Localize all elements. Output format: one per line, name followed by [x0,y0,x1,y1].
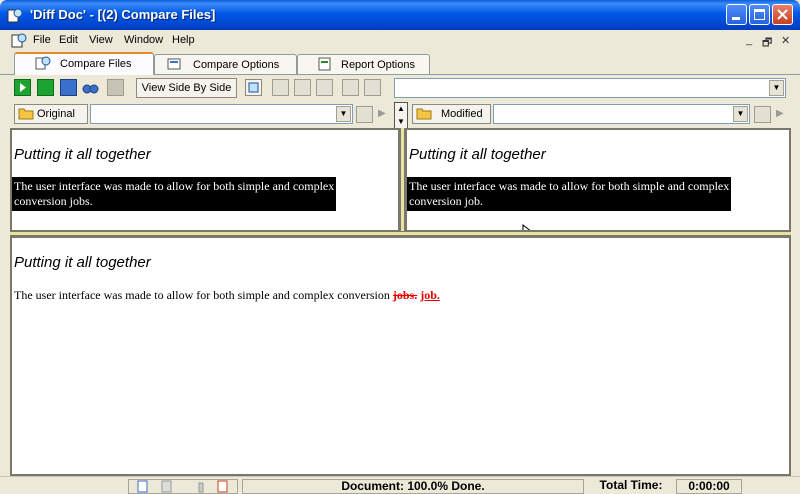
blank-icon [161,480,172,493]
view-side-by-side-button[interactable]: View Side By Side [136,78,237,98]
compare-files-icon [35,56,51,70]
sync-icon [248,82,259,93]
binoculars-icon [82,84,99,94]
tab-label: Compare Options [193,59,280,71]
modified-path-combo[interactable]: ▼ [493,104,750,124]
close-icon [777,9,788,20]
menu-help[interactable]: Help [172,34,195,46]
tab-compare-files[interactable]: Compare Files [14,52,154,75]
folder-icon [416,108,432,120]
total-time-label: Total Time: [599,478,663,492]
close-button[interactable] [772,4,793,25]
original-highlighted-text: The user interface was made to allow for… [12,177,337,211]
merged-pane[interactable]: Putting it all together The user interfa… [10,236,791,476]
modified-file-button[interactable]: Modified [412,104,491,124]
goto-difference-button[interactable] [364,79,381,96]
deleted-text: jobs. [392,288,418,302]
modified-open-button[interactable] [754,106,771,123]
toolbar-combo[interactable]: ▼ [394,78,786,98]
menu-bar: File Edit View Window Help _ 🗗 ✕ [0,31,800,50]
original-file-button[interactable]: Original [14,104,88,124]
merged-text: The user interface was made to allow for… [14,288,440,303]
grid-button[interactable] [107,79,124,96]
original-path-combo[interactable]: ▼ [90,104,353,124]
pdf-icon [217,480,228,493]
folder-icon [18,108,34,120]
toolbar: View Side By Side ▼ [0,76,800,100]
original-line-2: conversion jobs. [14,194,93,208]
modified-highlighted-text: The user interface was made to allow for… [407,177,732,211]
chevron-down-icon[interactable]: ▼ [769,80,784,96]
next-difference-button[interactable] [316,79,333,96]
tab-strip: Compare Files Compare Options Report Opt… [0,52,800,75]
window-button[interactable] [60,79,77,96]
last-difference-button[interactable] [342,79,359,96]
original-line-1: The user interface was made to allow for… [14,179,335,193]
document-icon [11,33,27,48]
merged-heading: Putting it all together [14,254,151,271]
mdi-minimize-button[interactable]: _ [746,34,752,46]
merged-line: The user interface was made to allow for… [14,288,390,302]
menu-view[interactable]: View [89,34,113,46]
original-label: Original [37,108,75,120]
total-time-value: 0:00:00 [676,479,742,494]
binoculars-button[interactable] [82,79,99,96]
minimize-button[interactable] [726,4,747,25]
mdi-restore-button[interactable]: 🗗 [762,34,772,53]
menu-file[interactable]: File [33,34,51,46]
modified-heading: Putting it all together [409,146,546,163]
play-icon [20,83,26,92]
app-icon [7,8,23,23]
modified-line-1: The user interface was made to allow for… [409,179,730,193]
modified-pane[interactable]: Putting it all together The user interfa… [405,128,791,232]
document-status: Document: 100.0% Done. [242,479,584,494]
title-bar: 'Diff Doc' - [(2) Compare Files] [0,0,800,30]
previous-difference-button[interactable] [294,79,311,96]
modified-label: Modified [441,108,483,120]
original-heading: Putting it all together [14,146,151,163]
first-difference-button[interactable] [272,79,289,96]
original-open-button[interactable] [356,106,373,123]
menu-edit[interactable]: Edit [59,34,78,46]
tab-label: Report Options [341,59,415,71]
sync-button[interactable] [245,79,262,96]
modified-next-arrow[interactable]: ▶ [776,108,784,119]
status-icons [128,479,238,494]
original-pane[interactable]: Putting it all together The user interfa… [10,128,400,232]
compare-options-icon [167,58,181,70]
maximize-button[interactable] [749,4,770,25]
open-report-button[interactable] [37,79,54,96]
mdi-close-button[interactable]: ✕ [781,34,790,47]
status-bar: Document: 100.0% Done. Total Time: 0:00:… [0,476,800,494]
inserted-text: job. [420,288,440,302]
original-next-arrow[interactable]: ▶ [378,108,386,119]
pointer-icon [198,482,204,493]
run-compare-button[interactable] [14,79,31,96]
chevron-down-icon[interactable]: ▼ [733,106,748,122]
chevron-down-icon[interactable]: ▼ [336,106,351,122]
menu-window[interactable]: Window [124,34,163,46]
page-icon [137,480,148,493]
tab-label: Compare Files [60,58,132,70]
modified-line-2: conversion job. [409,194,483,208]
window-title: 'Diff Doc' - [(2) Compare Files] [30,7,216,22]
swap-splitter-button[interactable]: ▲ ▼ [394,102,408,130]
report-options-icon [318,57,331,71]
tab-compare-options[interactable]: Compare Options [154,54,297,74]
tab-report-options[interactable]: Report Options [297,54,430,74]
